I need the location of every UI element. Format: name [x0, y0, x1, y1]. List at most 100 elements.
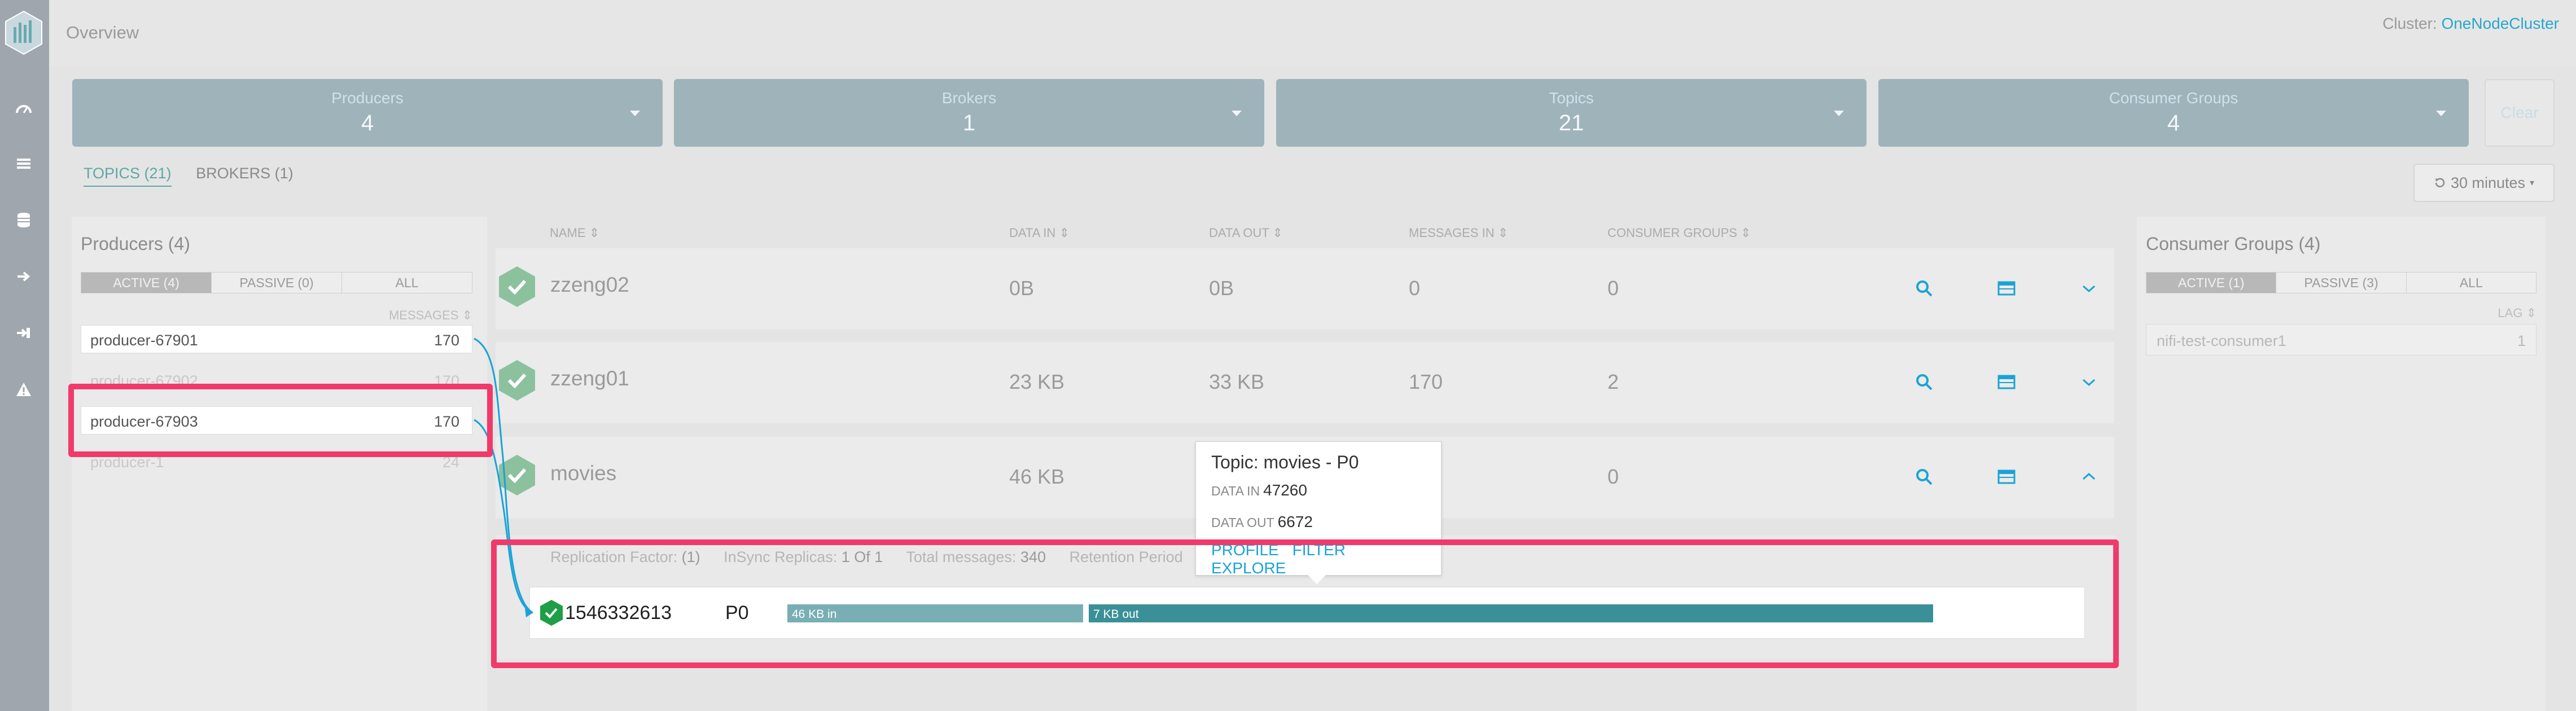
side-nav-rail	[0, 0, 49, 711]
producer-messages: 24	[442, 454, 459, 471]
tooltip-data-in-label: DATA IN	[1211, 484, 1260, 498]
panel-title: Producers (4)	[81, 234, 190, 254]
caret-down-icon[interactable]	[2436, 111, 2446, 116]
list-icon[interactable]	[14, 153, 34, 174]
filter-passive[interactable]: PASSIVE (3)	[2276, 273, 2407, 293]
tile-label: Consumer Groups	[2109, 89, 2238, 107]
filter-link[interactable]: FILTER	[1293, 541, 1346, 559]
brokers-tile[interactable]: Brokers 1	[674, 79, 1264, 147]
column-label: DATA OUT	[1209, 226, 1269, 240]
filter-active[interactable]: ACTIVE (1)	[2146, 273, 2277, 293]
chevron-down-icon[interactable]	[2079, 372, 2099, 392]
tooltip-data-out-value: 6672	[1277, 513, 1313, 530]
messages-sort-header[interactable]: MESSAGES ⇕	[389, 308, 472, 323]
col-header-data-in[interactable]: DATA IN ⇕	[1009, 226, 1070, 240]
producer-messages: 170	[433, 332, 459, 349]
producers-tile[interactable]: Producers 4	[72, 79, 663, 147]
chevron-down-icon[interactable]	[2079, 279, 2099, 298]
filter-all[interactable]: ALL	[342, 273, 472, 293]
producer-name: producer-67902	[90, 372, 198, 389]
app-logo[interactable]	[3, 10, 44, 55]
consumer-groups-panel: Consumer Groups (4) ACTIVE (1) PASSIVE (…	[2137, 217, 2546, 711]
tile-label: Topics	[1549, 89, 1594, 107]
topic-data-out: 33 KB	[1209, 370, 1265, 393]
producer-row[interactable]: producer-67903 170	[81, 406, 472, 434]
tile-count: 1	[962, 111, 976, 135]
dashboard-icon[interactable]	[14, 98, 34, 118]
partition-id: 1546332613	[565, 602, 672, 624]
producer-row[interactable]: producer-67901 170	[81, 325, 472, 353]
tab-brokers[interactable]: BROKERS (1)	[196, 165, 293, 186]
cluster-name-link[interactable]: OneNodeCluster	[2441, 15, 2559, 32]
total-messages-label: Total messages:	[906, 548, 1017, 565]
table-icon[interactable]	[1997, 279, 2016, 298]
database-icon[interactable]	[14, 210, 34, 230]
data-in-bar[interactable]: 46 KB in	[787, 604, 1083, 622]
profile-link[interactable]: PROFILE	[1211, 541, 1279, 559]
caret-down-icon[interactable]	[1834, 111, 1844, 116]
column-label: CONSUMER GROUPS	[1607, 226, 1737, 240]
chevron-up-icon[interactable]	[2079, 467, 2099, 486]
col-header-data-out[interactable]: DATA OUT ⇕	[1209, 226, 1283, 240]
page-title: Overview	[66, 23, 139, 42]
tab-topics[interactable]: TOPICS (21)	[84, 165, 172, 187]
topics-tile[interactable]: Topics 21	[1276, 79, 1867, 147]
total-messages-value: 340	[1020, 548, 1046, 565]
insync-label: InSync Replicas:	[724, 548, 838, 565]
column-label: MESSAGES IN	[1409, 226, 1495, 240]
search-icon[interactable]	[1915, 279, 1934, 298]
tooltip-data-out: DATA OUT 6672	[1211, 513, 1313, 531]
topic-consumer-groups: 0	[1607, 465, 1619, 488]
sort-icon: ⇕	[1740, 226, 1751, 240]
partition-name: P0	[725, 602, 749, 624]
time-range-dropdown[interactable]: 30 minutes ▾	[2413, 164, 2555, 202]
tooltip-data-out-label: DATA OUT	[1211, 515, 1274, 530]
history-icon	[2435, 178, 2445, 187]
topic-data-in: 46 KB	[1009, 465, 1065, 488]
cluster-info: Cluster: OneNodeCluster	[2382, 15, 2559, 33]
col-header-consumer-groups[interactable]: CONSUMER GROUPS ⇕	[1607, 226, 1751, 240]
topic-name: zzeng02	[550, 273, 629, 296]
consumer-filter: ACTIVE (1) PASSIVE (3) ALL	[2146, 272, 2536, 293]
partition-row[interactable]: 1546332613 P0 46 KB in 7 KB out	[529, 587, 2085, 639]
topic-name: movies	[550, 462, 617, 485]
cluster-label: Cluster:	[2382, 15, 2437, 32]
lag-sort-header[interactable]: LAG ⇕	[2498, 306, 2536, 321]
producer-name: producer-67901	[90, 332, 198, 349]
filter-passive[interactable]: PASSIVE (0)	[212, 273, 342, 293]
caret-down-icon[interactable]	[1232, 111, 1242, 116]
table-icon[interactable]	[1997, 467, 2016, 486]
consumer-group-row[interactable]: nifi-test-consumer1 1	[2146, 324, 2536, 356]
sign-out-icon[interactable]	[14, 266, 34, 287]
consumer-groups-tile[interactable]: Consumer Groups 4	[1878, 79, 2469, 147]
topic-row[interactable]: zzeng01 23 KB 33 KB 170 2	[496, 342, 2114, 423]
alert-icon[interactable]	[14, 379, 34, 400]
producer-row[interactable]: producer-1 24	[81, 447, 472, 475]
topic-row[interactable]: zzeng02 0B 0B 0 0	[496, 248, 2114, 330]
column-label: NAME	[550, 226, 586, 240]
filter-active[interactable]: ACTIVE (4)	[81, 273, 212, 293]
consumer-group-name: nifi-test-consumer1	[2157, 332, 2286, 349]
search-icon[interactable]	[1915, 372, 1934, 392]
login-icon[interactable]	[14, 323, 34, 343]
table-icon[interactable]	[1997, 372, 2016, 392]
sort-label: MESSAGES	[388, 308, 459, 322]
col-header-messages-in[interactable]: MESSAGES IN ⇕	[1409, 226, 1508, 240]
tile-count: 4	[2167, 111, 2180, 135]
data-out-bar[interactable]: 7 KB out	[1089, 604, 1933, 622]
topic-data-in: 0B	[1009, 276, 1035, 300]
panel-title: Consumer Groups (4)	[2146, 234, 2321, 254]
tooltip-data-in: DATA IN 47260	[1211, 481, 1307, 499]
filter-all[interactable]: ALL	[2407, 273, 2536, 293]
status-ok-icon	[499, 266, 535, 307]
tile-label: Brokers	[941, 89, 997, 107]
producer-row[interactable]: producer-67902 170	[81, 366, 472, 394]
explore-link[interactable]: EXPLORE	[1211, 559, 1286, 577]
replication-value: (1)	[681, 548, 700, 565]
clear-button[interactable]: Clear	[2485, 79, 2555, 147]
sort-icon: ⇕	[1272, 226, 1283, 240]
search-icon[interactable]	[1915, 467, 1934, 486]
sort-icon: ⇕	[2526, 306, 2536, 320]
caret-down-icon[interactable]	[630, 111, 640, 116]
col-header-name[interactable]: NAME ⇕	[550, 226, 599, 240]
